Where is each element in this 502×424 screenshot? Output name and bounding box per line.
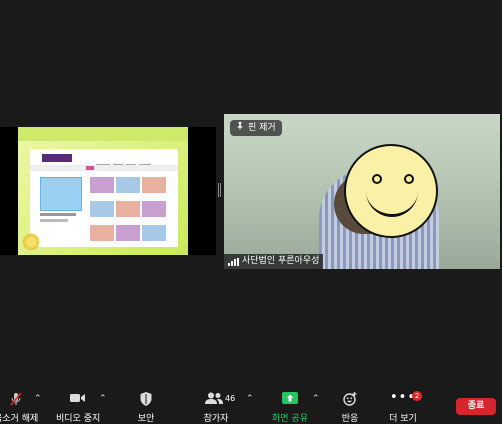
reaction-icon — [343, 392, 357, 409]
webpage-thumbnail-grid — [90, 177, 174, 249]
share-options-caret[interactable]: ⌃ — [312, 394, 320, 404]
end-meeting-button[interactable]: 종료 — [456, 398, 496, 415]
webpage-caption-sub — [40, 219, 68, 222]
unpin-label: 핀 제거 — [248, 123, 276, 133]
shared-screen-banner — [18, 127, 188, 141]
pin-icon — [236, 120, 244, 136]
shield-icon — [140, 392, 153, 409]
smiley-left-eye — [372, 174, 382, 184]
more-button[interactable]: ••• 2 더 보기 — [383, 384, 423, 424]
smiley-mouth — [366, 190, 418, 217]
webpage-nav — [96, 155, 176, 167]
shared-screen-content — [18, 127, 188, 255]
smiley-face-cover — [344, 144, 438, 238]
share-screen-label: 화면 공유 — [272, 414, 308, 424]
share-screen-button[interactable]: 화면 공유 — [268, 384, 312, 424]
stop-video-label: 비디오 중지 — [56, 414, 101, 424]
smiley-right-eye — [404, 174, 414, 184]
signal-icon — [228, 257, 239, 266]
share-screen-icon — [282, 392, 298, 407]
mic-muted-icon — [9, 392, 23, 409]
meeting-toolbar: 음소거 해제 ⌃ 비디오 중지 ⌃ 보안 46 참가자 ⌃ 화면 공유 ⌃ 반응 — [0, 384, 502, 424]
video-camera-icon — [70, 392, 86, 407]
more-label: 더 보기 — [389, 414, 417, 424]
audio-options-caret[interactable]: ⌃ — [34, 394, 42, 404]
webpage-caption — [40, 213, 76, 216]
shared-webpage — [30, 149, 178, 247]
participant-name-tag: 사단법인 푸른아우성 — [224, 254, 324, 269]
security-label: 보안 — [137, 414, 155, 424]
participant-name: 사단법인 푸른아우성 — [242, 256, 320, 266]
reactions-button[interactable]: 반응 — [330, 384, 370, 424]
more-notification-badge: 2 — [412, 391, 422, 401]
participants-count: 46 — [225, 394, 236, 403]
webpage-hero-image — [40, 177, 82, 211]
unpin-button[interactable]: 핀 제거 — [230, 120, 282, 136]
stop-video-button[interactable]: 비디오 중지 — [56, 384, 100, 424]
shared-screen-tile[interactable] — [0, 127, 216, 255]
split-divider-handle[interactable] — [218, 183, 221, 197]
participants-icon — [205, 392, 223, 407]
video-options-caret[interactable]: ⌃ — [99, 394, 107, 404]
flower-decoration — [22, 233, 40, 251]
participants-label: 참가자 — [203, 414, 229, 424]
webpage-menu-bar — [30, 165, 178, 171]
security-button[interactable]: 보안 — [126, 384, 166, 424]
unmute-label: 음소거 해제 — [0, 414, 39, 424]
participant-video-tile[interactable]: 핀 제거 사단법인 푸른아우성 — [224, 114, 500, 269]
unmute-button[interactable]: 음소거 해제 — [0, 384, 38, 424]
participants-button[interactable]: 46 참가자 — [196, 384, 236, 424]
reactions-label: 반응 — [341, 414, 359, 424]
webpage-logo — [42, 154, 72, 162]
participants-options-caret[interactable]: ⌃ — [246, 394, 254, 404]
